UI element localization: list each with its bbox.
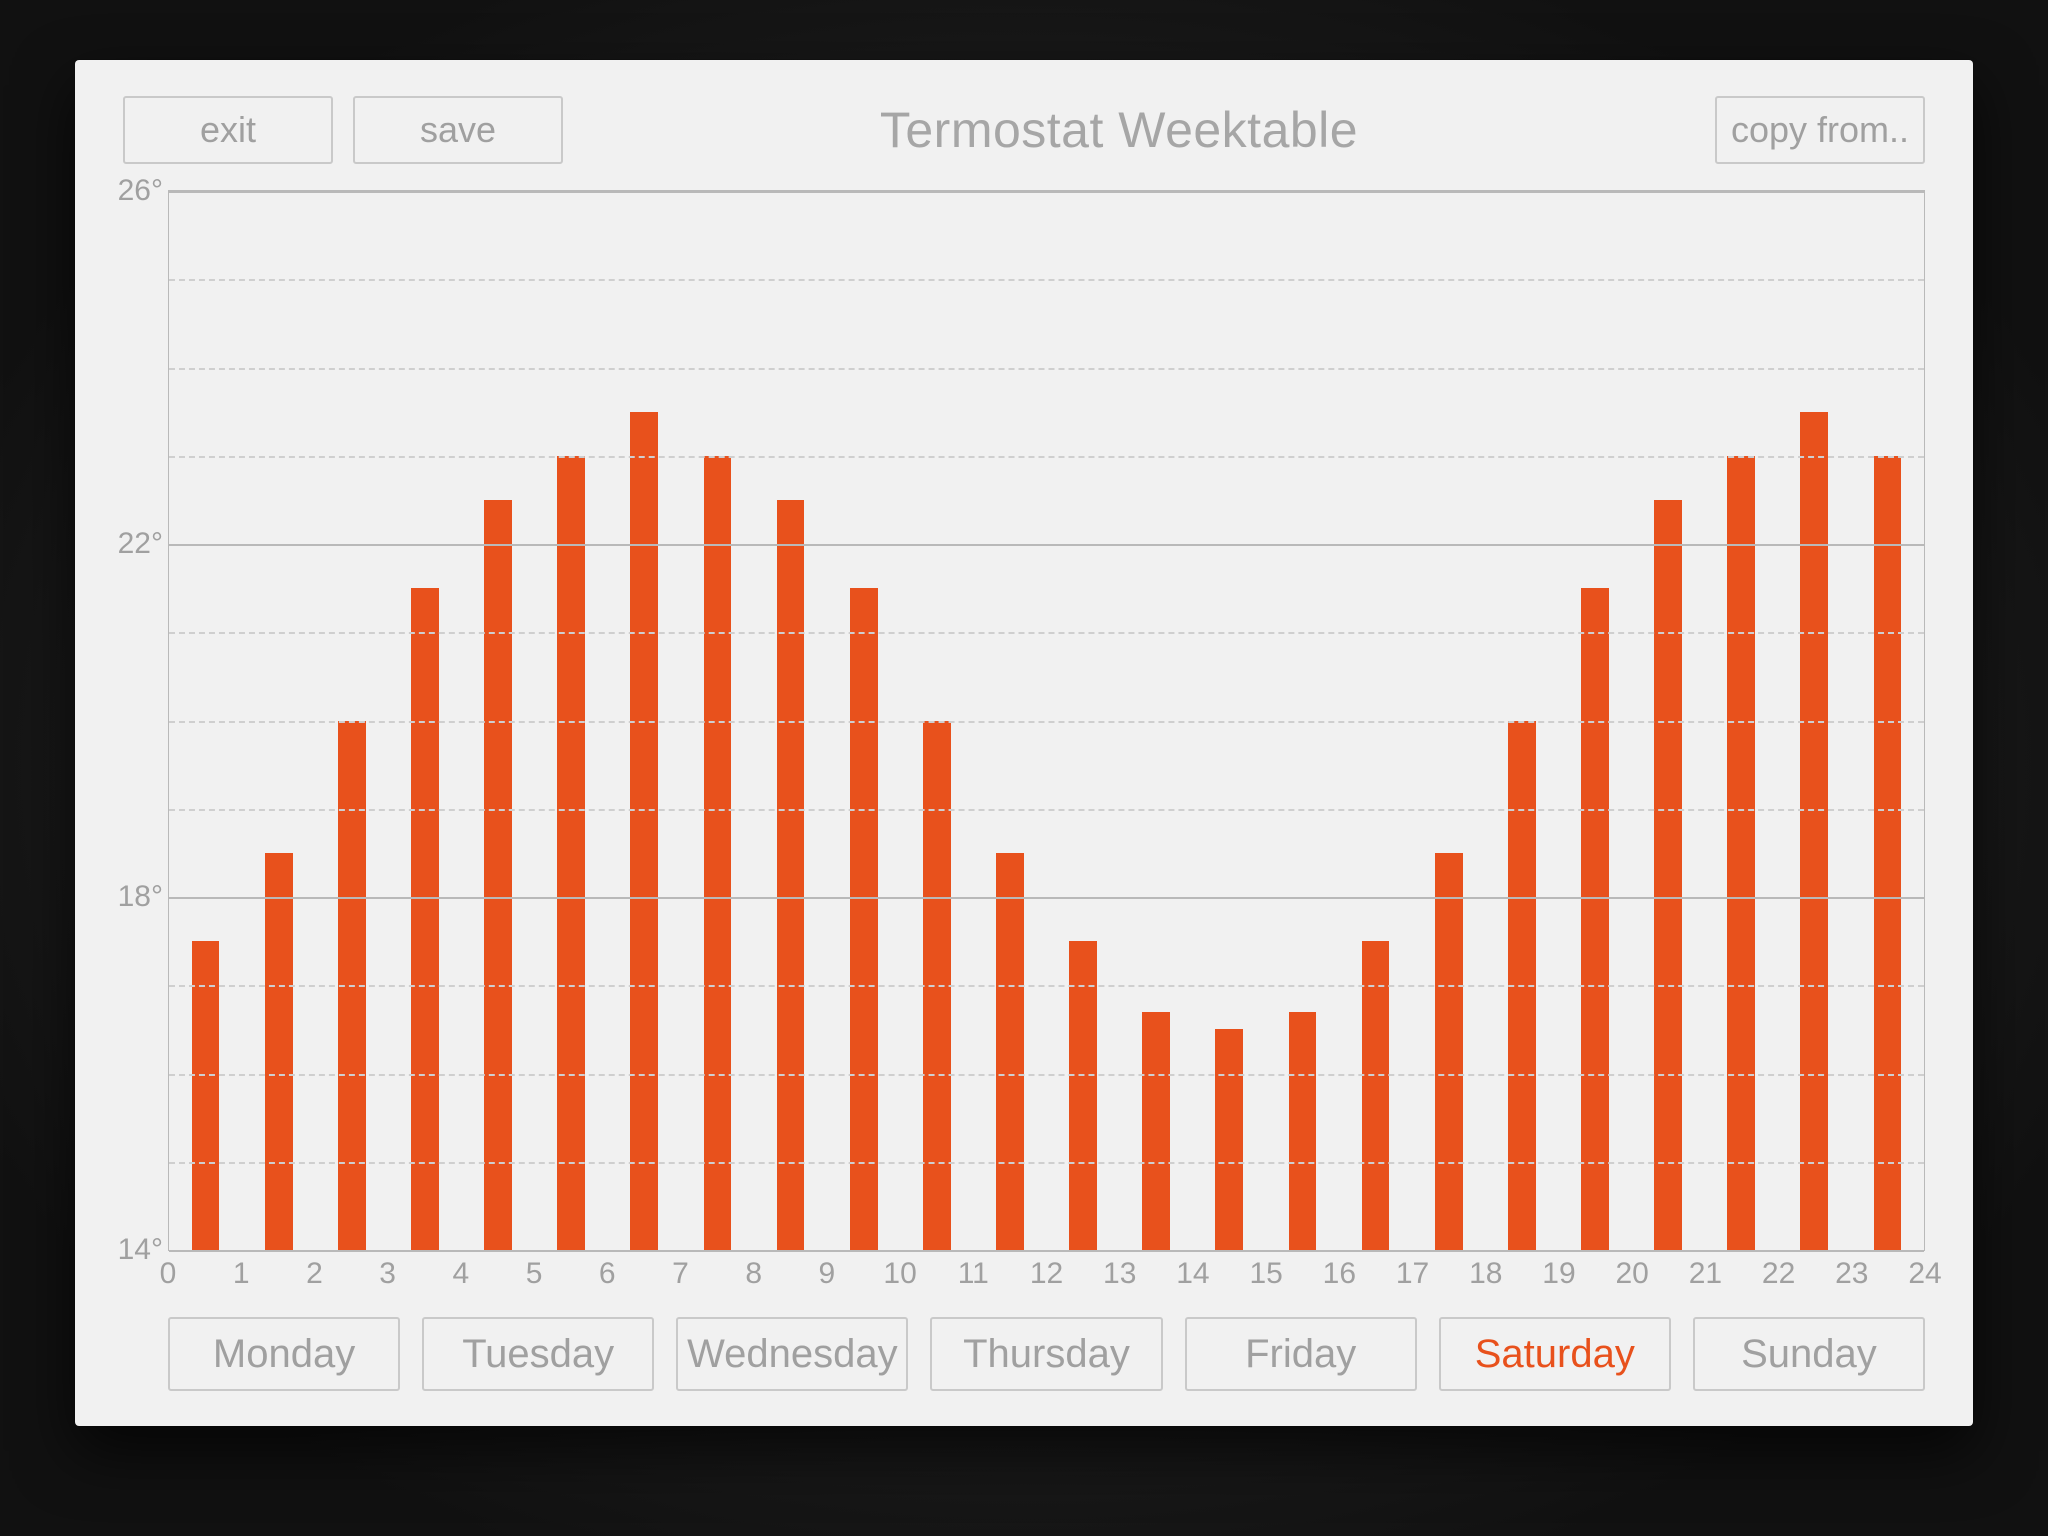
temperature-bar[interactable] — [265, 853, 293, 1250]
temperature-bar[interactable] — [557, 456, 585, 1250]
temperature-bar[interactable] — [1435, 853, 1463, 1250]
chart-area: 14°18°22°26° — [123, 190, 1925, 1251]
y-gridline-minor — [169, 809, 1924, 811]
x-tick-label: 13 — [1103, 1257, 1136, 1291]
x-tick-label: 20 — [1615, 1257, 1648, 1291]
x-tick-label: 10 — [883, 1257, 916, 1291]
y-gridline-minor — [169, 721, 1924, 723]
temperature-bar[interactable] — [630, 412, 658, 1250]
y-tick-label: 22° — [118, 527, 163, 561]
temperature-bar[interactable] — [192, 941, 220, 1250]
x-tick-label: 4 — [452, 1257, 469, 1291]
x-axis: 0123456789101112131415161718192021222324 — [168, 1251, 1925, 1299]
x-tick-label: 1 — [233, 1257, 250, 1291]
y-tick-label: 26° — [118, 174, 163, 208]
x-tick-label: 23 — [1835, 1257, 1868, 1291]
temperature-bar[interactable] — [1874, 456, 1902, 1250]
y-tick-label: 14° — [118, 1233, 163, 1267]
chart-wrap: 14°18°22°26° 012345678910111213141516171… — [123, 190, 1925, 1299]
day-btn-saturday[interactable]: Saturday — [1439, 1317, 1671, 1391]
day-btn-thursday[interactable]: Thursday — [930, 1317, 1162, 1391]
top-bar: exit save Termostat Weektable copy from.… — [123, 95, 1925, 165]
temperature-bar[interactable] — [777, 500, 805, 1250]
temperature-bar[interactable] — [484, 500, 512, 1250]
exit-button[interactable]: exit — [123, 96, 333, 164]
day-btn-monday[interactable]: Monday — [168, 1317, 400, 1391]
y-gridline-minor — [169, 279, 1924, 281]
y-gridline-minor — [169, 456, 1924, 458]
save-button[interactable]: save — [353, 96, 563, 164]
y-gridline-major — [169, 544, 1924, 546]
x-tick-label: 3 — [379, 1257, 396, 1291]
y-gridline-minor — [169, 1162, 1924, 1164]
day-btn-tuesday[interactable]: Tuesday — [422, 1317, 654, 1391]
temperature-bar[interactable] — [1654, 500, 1682, 1250]
x-tick-label: 18 — [1469, 1257, 1502, 1291]
temperature-bar[interactable] — [1362, 941, 1390, 1250]
x-tick-label: 7 — [672, 1257, 689, 1291]
x-tick-label: 0 — [160, 1257, 177, 1291]
day-btn-wednesday[interactable]: Wednesday — [676, 1317, 908, 1391]
temperature-bar[interactable] — [1727, 456, 1755, 1250]
temperature-bar[interactable] — [411, 588, 439, 1250]
x-tick-label: 6 — [599, 1257, 616, 1291]
temperature-bar[interactable] — [1800, 412, 1828, 1250]
y-gridline-major — [169, 897, 1924, 899]
page-title: Termostat Weektable — [543, 101, 1695, 159]
day-btn-sunday[interactable]: Sunday — [1693, 1317, 1925, 1391]
x-tick-label: 5 — [526, 1257, 543, 1291]
y-gridline-major — [169, 191, 1924, 193]
temperature-bar[interactable] — [996, 853, 1024, 1250]
x-tick-label: 14 — [1176, 1257, 1209, 1291]
x-tick-label: 8 — [745, 1257, 762, 1291]
y-gridline-minor — [169, 1074, 1924, 1076]
x-tick-label: 2 — [306, 1257, 323, 1291]
y-tick-label: 18° — [118, 880, 163, 914]
main-panel: exit save Termostat Weektable copy from.… — [75, 60, 1973, 1426]
x-tick-label: 21 — [1689, 1257, 1722, 1291]
day-btn-friday[interactable]: Friday — [1185, 1317, 1417, 1391]
temperature-bar[interactable] — [704, 456, 732, 1250]
y-gridline-minor — [169, 632, 1924, 634]
temperature-bar[interactable] — [850, 588, 878, 1250]
temperature-bar[interactable] — [1215, 1029, 1243, 1250]
y-gridline-minor — [169, 985, 1924, 987]
x-tick-label: 15 — [1249, 1257, 1282, 1291]
x-tick-label: 19 — [1542, 1257, 1575, 1291]
x-tick-label: 16 — [1323, 1257, 1356, 1291]
temperature-bar[interactable] — [1069, 941, 1097, 1250]
y-gridline-minor — [169, 368, 1924, 370]
temperature-bar[interactable] — [1142, 1012, 1170, 1250]
x-tick-label: 17 — [1396, 1257, 1429, 1291]
x-tick-label: 9 — [819, 1257, 836, 1291]
temperature-bar[interactable] — [1581, 588, 1609, 1250]
chart-plot[interactable]: 14°18°22°26° — [168, 190, 1925, 1251]
copy-from-button[interactable]: copy from.. — [1715, 96, 1925, 164]
x-tick-label: 22 — [1762, 1257, 1795, 1291]
x-tick-label: 12 — [1030, 1257, 1063, 1291]
day-selector: Monday Tuesday Wednesday Thursday Friday Satu… — [168, 1317, 1925, 1391]
temperature-bar[interactable] — [1289, 1012, 1317, 1250]
x-tick-label: 24 — [1908, 1257, 1941, 1291]
x-tick-label: 11 — [958, 1257, 989, 1291]
